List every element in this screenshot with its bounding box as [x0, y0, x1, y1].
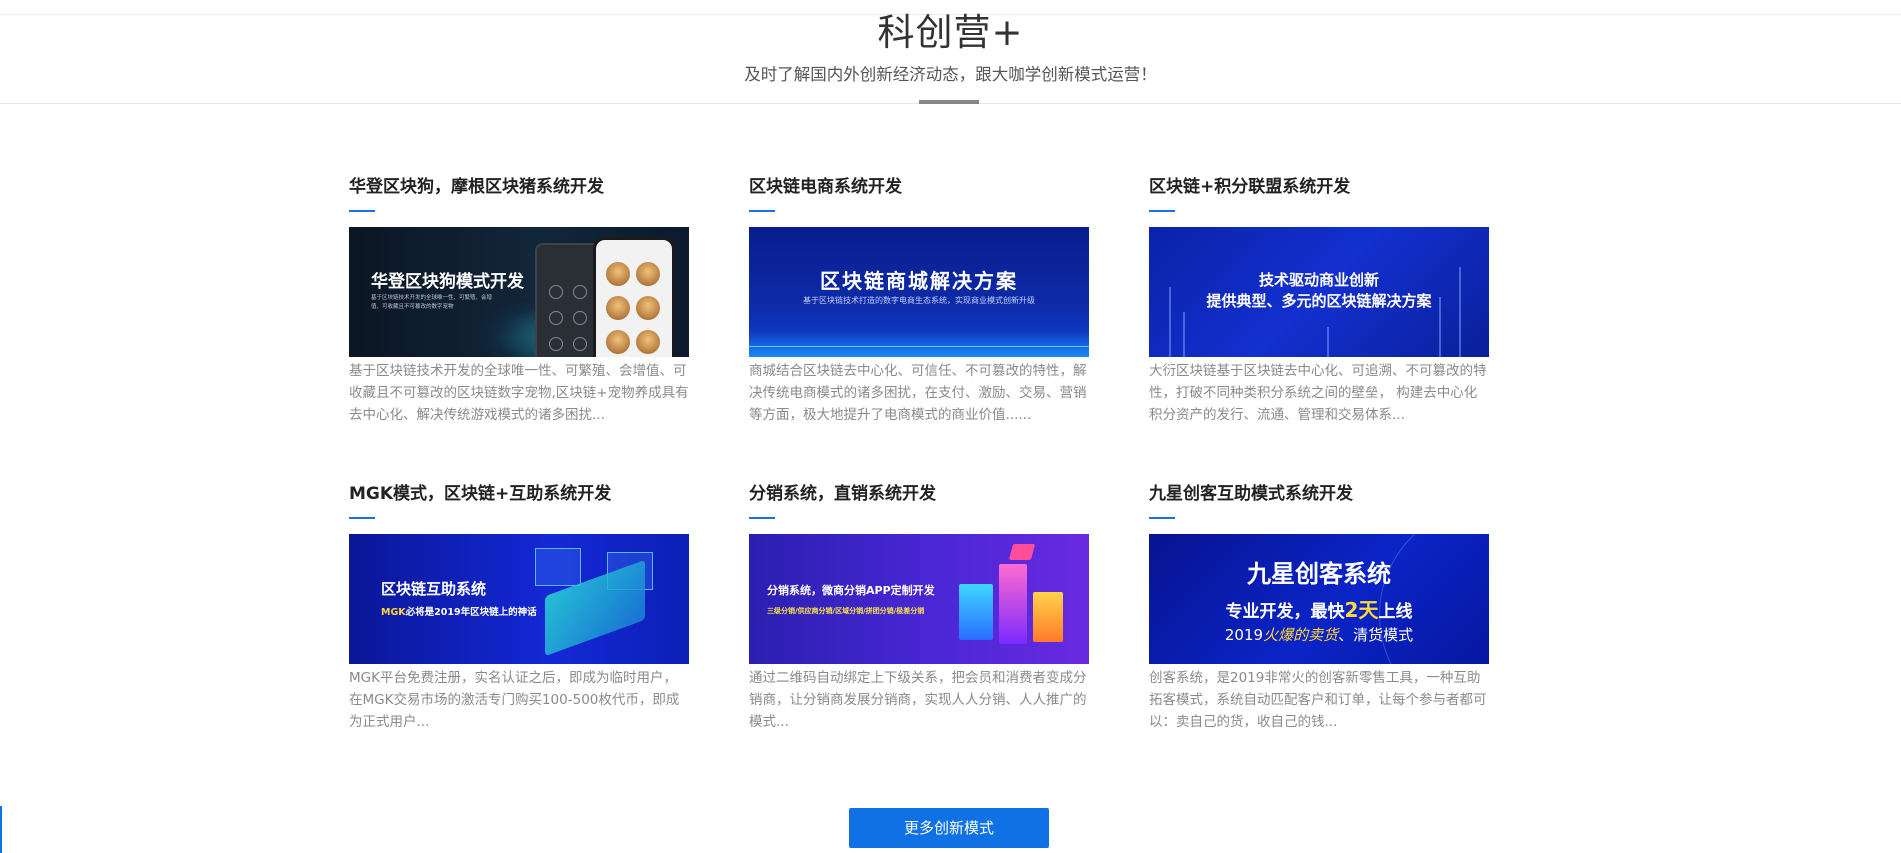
card-title[interactable]: 华登区块狗，摩根区块猪系统开发 — [349, 175, 689, 199]
card-ecommerce[interactable]: 区块链电商系统开发 区块链商城解决方案 基于区块链技术打造的数字电商生态系统，实… — [749, 175, 1089, 426]
banner-title: 区块链互助系统 — [381, 580, 487, 598]
dog-icon — [636, 296, 660, 320]
pet-icon — [573, 311, 587, 325]
card-title-underline — [349, 210, 375, 212]
card-title-underline — [1149, 210, 1175, 212]
card-title[interactable]: 分销系统，直销系统开发 — [749, 482, 1089, 506]
card-description: 大衍区块链基于区块链去中心化、可追溯、不可篡改的特性，打破不同种类积分系统之间的… — [1149, 363, 1487, 423]
more-innovation-modes-button[interactable]: 更多创新模式 — [849, 808, 1049, 848]
section-subtitle: 及时了解国内外创新经济动态，跟大咖学创新模式运营！ — [744, 65, 1157, 84]
building-block — [959, 584, 993, 640]
banner-highlight: 2天 — [1344, 598, 1379, 622]
card-title-underline — [749, 210, 775, 212]
card-banner-image[interactable]: 技术驱动商业创新 提供典型、多元的区块链解决方案 — [1149, 227, 1489, 357]
hologram-screen — [535, 548, 581, 586]
card-description: 基于区块链技术开发的全球唯一性、可繁殖、会增值、可收藏且不可篡改的区块链数字宠物… — [349, 363, 689, 423]
card-banner-image[interactable]: 区块链互助系统 MGK必将是2019年区块链上的神话 — [349, 534, 689, 664]
banner-title: 分销系统，微商分销APP定制开发 — [767, 584, 935, 597]
card-title[interactable]: 九星创客互助模式系统开发 — [1149, 482, 1489, 506]
card-banner-image[interactable]: 华登区块狗模式开发 基于区块链技术开发的全球唯一性、可繁殖、会增值、可收藏且不可… — [349, 227, 689, 357]
card-title-underline — [349, 517, 375, 519]
card-description: 通过二维码自动绑定上下级关系，把会员和消费者变成分销商，让分销商发展分销商，实现… — [749, 670, 1087, 730]
pet-icon — [549, 311, 563, 325]
light-bar — [1327, 327, 1329, 357]
building-block — [1033, 592, 1063, 642]
phone-front-image — [593, 237, 675, 357]
section-title: 科创营+ — [877, 11, 1024, 54]
card-banner-image[interactable]: 分销系统，微商分销APP定制开发 三级分销/供应商分销/区域分销/拼团分销/极差… — [749, 534, 1089, 664]
pet-icon — [573, 337, 587, 351]
card-points-alliance[interactable]: 区块链+积分联盟系统开发 技术驱动商业创新 提供典型、多元的区块链解决方案 大衍… — [1149, 175, 1489, 426]
card-title-underline — [1149, 517, 1175, 519]
card-description: 商城结合区块链去中心化、可信任、不可篡改的特性，解决传统电商模式的诸多困扰，在支… — [749, 363, 1087, 423]
banner-subtitle: 基于区块链技术打造的数字电商生态系统，实现商业模式创新升级 — [803, 296, 1035, 305]
banner-subtitle: 基于区块链技术开发的全球唯一性、可繁殖、会增值、可收藏且不可篡改的数字宠物 — [371, 295, 493, 310]
card-nine-star[interactable]: 九星创客互助模式系统开发 九星创客系统 专业开发，最快2天上线 2019火爆的卖… — [1149, 482, 1489, 733]
banner-subtitle: 提供典型、多元的区块链解决方案 — [1206, 292, 1432, 310]
card-title-underline — [749, 517, 775, 519]
banner-title: 区块链商城解决方案 — [820, 269, 1018, 293]
card-title[interactable]: MGK模式，区块链+互助系统开发 — [349, 482, 689, 506]
banner-line-2: 专业开发，最快2天上线 — [1149, 594, 1489, 623]
card-blockchain-dog[interactable]: 华登区块狗，摩根区块猪系统开发 华登区块狗模式开发 基于区块链技术开发的全球唯一… — [349, 175, 689, 426]
card-distribution[interactable]: 分销系统，直销系统开发 分销系统，微商分销APP定制开发 三级分销/供应商分销/… — [749, 482, 1089, 733]
banner-subtitle: 三级分销/供应商分销/区域分销/拼团分销/极差分销 — [767, 607, 925, 615]
banner-subtitle: MGK必将是2019年区块链上的神话 — [381, 604, 537, 618]
dog-icon — [636, 330, 660, 354]
dog-icon — [636, 262, 660, 286]
banner-line-3-text: 2019 — [1224, 626, 1264, 644]
card-description: 创客系统，是2019非常火的创客新零售工具，一种互助拓客模式，系统自动匹配客户和… — [1149, 670, 1487, 730]
pet-icon — [573, 285, 587, 299]
card-mgk-mutual-aid[interactable]: MGK模式，区块链+互助系统开发 区块链互助系统 MGK必将是2019年区块链上… — [349, 482, 689, 733]
side-accent-bar — [0, 806, 2, 853]
dog-icon — [606, 296, 630, 320]
banner-highlight: 火爆的卖货 — [1263, 626, 1339, 644]
banner-highlight: MGK — [381, 607, 406, 618]
card-title[interactable]: 区块链电商系统开发 — [749, 175, 1089, 199]
light-bar — [1183, 312, 1185, 357]
phone-back-image — [535, 243, 601, 357]
card-description: MGK平台免费注册，实名认证之后，即成为临时用户，在MGK交易市场的激活专门购买… — [349, 670, 680, 730]
banner-line-2-suffix: 上线 — [1378, 602, 1413, 622]
banner-title: 九星创客系统 — [1247, 560, 1391, 588]
building-block — [999, 564, 1027, 644]
banner-title: 技术驱动商业创新 — [1258, 271, 1379, 289]
banner-line-2-text: 专业开发，最快 — [1225, 602, 1345, 622]
banner-title: 华登区块狗模式开发 — [371, 272, 524, 292]
light-floor — [749, 331, 1089, 357]
light-wave — [749, 346, 1089, 347]
building-block — [1008, 544, 1036, 560]
dog-icon — [606, 330, 630, 354]
card-title[interactable]: 区块链+积分联盟系统开发 — [1149, 175, 1489, 199]
dog-icon — [606, 262, 630, 286]
banner-line-3-suffix: 、清货模式 — [1338, 626, 1414, 644]
header-accent-bar — [919, 100, 979, 104]
card-banner-image[interactable]: 九星创客系统 专业开发，最快2天上线 2019火爆的卖货、清货模式 — [1149, 534, 1489, 664]
pet-icon — [549, 285, 563, 299]
pet-icon — [549, 337, 563, 351]
banner-subtitle-text: 必将是2019年区块链上的神话 — [405, 607, 537, 618]
banner-line-3: 2019火爆的卖货、清货模式 — [1149, 624, 1489, 645]
card-banner-image[interactable]: 区块链商城解决方案 基于区块链技术打造的数字电商生态系统，实现商业模式创新升级 — [749, 227, 1089, 357]
